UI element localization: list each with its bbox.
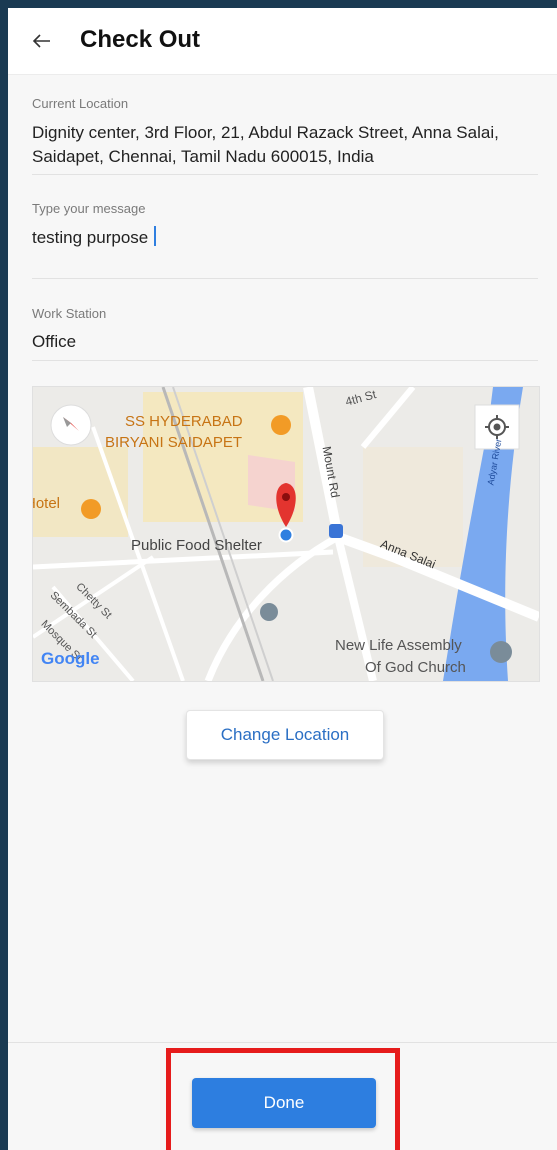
change-location-button[interactable]: Change Location xyxy=(186,710,384,760)
church-icon xyxy=(490,641,512,663)
footer-divider xyxy=(8,1042,557,1043)
map-label: BIRYANI SAIDAPET xyxy=(105,434,242,451)
current-location-label: Current Location xyxy=(32,96,129,111)
checkout-screen: Check Out Current Location Dignity cente… xyxy=(8,8,557,1150)
message-label: Type your message xyxy=(32,201,146,216)
restaurant-icon xyxy=(81,499,101,519)
current-location-line1: Dignity center, 3rd Floor, 21, Abdul Raz… xyxy=(32,123,499,142)
divider xyxy=(32,174,538,175)
arrow-left-icon[interactable] xyxy=(30,26,54,56)
done-button[interactable]: Done xyxy=(192,1078,376,1128)
current-position-icon xyxy=(278,527,294,543)
divider xyxy=(32,360,538,361)
location-map[interactable]: 4th St SS HYDERABAD BIRYANI SAIDAPET Mou… xyxy=(32,386,540,682)
work-station-select[interactable]: Office xyxy=(32,329,76,355)
divider xyxy=(32,278,538,279)
map-label: Hotel xyxy=(33,495,61,512)
google-logo: Google xyxy=(41,649,100,668)
app-header: Check Out xyxy=(8,8,557,75)
message-value: testing purpose xyxy=(32,228,149,247)
map-label: SS HYDERABAD xyxy=(125,413,243,430)
bus-stop-icon xyxy=(329,524,343,538)
map-label: Of God Church xyxy=(365,659,466,676)
message-input[interactable]: testing purpose xyxy=(32,225,157,251)
work-station-label: Work Station xyxy=(32,306,107,321)
place-icon xyxy=(260,603,278,621)
page-title: Check Out xyxy=(80,26,201,53)
map-label: New Life Assembly xyxy=(335,637,462,654)
compass-icon[interactable] xyxy=(50,404,92,446)
map-canvas xyxy=(33,387,539,681)
current-location-line2: Saidapet, Chennai, Tamil Nadu 600015, In… xyxy=(32,147,374,166)
restaurant-icon xyxy=(271,415,291,435)
text-cursor xyxy=(154,226,157,246)
map-label: Public Food Shelter xyxy=(131,537,262,554)
